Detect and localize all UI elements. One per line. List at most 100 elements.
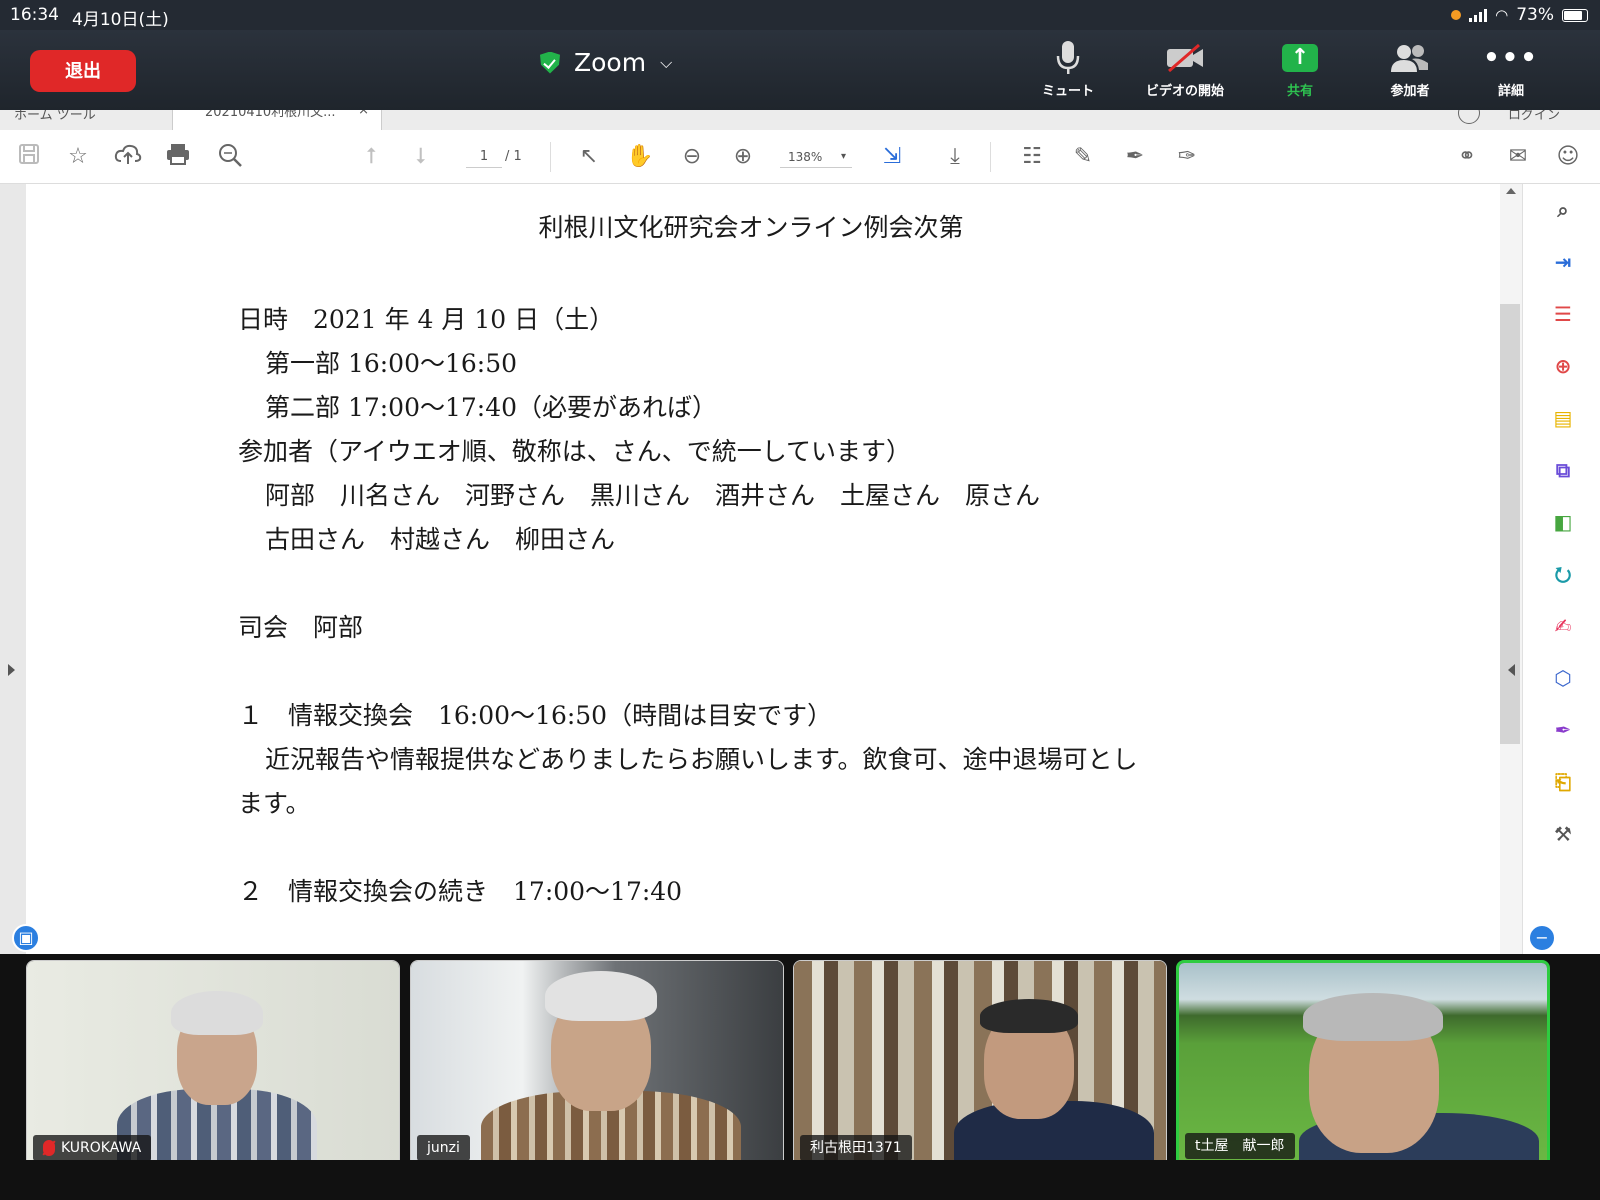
document-tab[interactable]: 20210410利根川文... × [172,110,382,130]
compress-pdf-icon[interactable]: ◧ [1547,506,1579,538]
more-button[interactable]: ••• 詳細 [1456,40,1566,99]
hand-tool-icon[interactable]: ✋ [625,142,655,172]
draw-signature-icon[interactable]: ✒ [1120,142,1150,172]
participant-name-tag: 利古根田1371 [800,1135,912,1161]
document-line: ます。 [238,789,311,818]
active-speaker-video-tile[interactable]: t土屋 献一郎 [1176,960,1550,1168]
organize-pages-icon[interactable]: ☰ [1547,298,1579,330]
zoom-in-icon[interactable]: ⊕ [728,142,758,172]
mute-label: ミュート [1041,84,1094,99]
request-signature-icon[interactable]: ✒ [1547,714,1579,746]
left-panel-rail [0,184,26,954]
zoom-meeting-header: 退出 Zoom ⌵ ミュート ビデオの開始 ↑ 共有 参加者 ••• 詳細 [0,30,1600,110]
more-dots-icon: ••• [1483,43,1539,73]
highlight-pen-icon[interactable]: ✎ [1068,142,1098,172]
email-icon[interactable]: ✉ [1503,142,1533,172]
fit-page-icon[interactable]: ⇲ [877,142,907,172]
participants-icon [1355,40,1465,76]
encryption-shield-icon [540,51,560,74]
microphone-icon [1013,40,1123,76]
scroll-mode-icon[interactable]: ⤓ [940,142,970,172]
chevron-down-icon: ⌵ [660,52,673,72]
help-icon[interactable] [1458,110,1480,124]
share-button[interactable]: ↑ 共有 [1245,40,1355,99]
pdf-page[interactable]: 利根川文化研究会オンライン例会次第 日時 2021 年 4 月 10 日（土） … [26,184,1500,954]
participant-video-tile[interactable]: junzi [410,960,784,1168]
share-link-icon[interactable]: ⚭ [1452,142,1482,172]
login-link[interactable]: ログイン [1508,110,1560,123]
participants-button[interactable]: 参加者 [1355,40,1465,99]
gallery-view-icon[interactable]: ▣ [12,924,40,952]
cloud-upload-icon[interactable] [113,142,143,172]
participant-name: 利古根田1371 [810,1140,902,1156]
battery-level [1564,10,1582,20]
combine-files-icon[interactable]: ⧉ [1547,454,1579,486]
person-hair [545,971,657,1021]
zoom-out-icon[interactable]: ⊖ [677,142,707,172]
close-tab-icon[interactable]: × [358,110,369,117]
fill-sign-icon[interactable]: ✍ [1547,610,1579,642]
leave-meeting-button[interactable]: 退出 [30,50,136,92]
document-line: 第一部 16:00〜16:50 [265,349,518,378]
scrollbar-thumb[interactable] [1500,304,1520,744]
cellular-signal-icon [1469,8,1488,22]
date: 4月10日(土) [72,10,169,30]
clock: 16:34 [10,5,59,25]
minimize-video-icon[interactable]: − [1528,924,1556,952]
start-video-button[interactable]: ビデオの開始 [1130,40,1240,99]
pdf-toolbar: ☆ ⭡ ⭣ 1 / 1 ↖ ✋ ⊖ ⊕ 138% ▾ ⇲ ⤓ ☷ ✎ ✒ ✑ ⚭ … [0,130,1600,184]
battery-percent: 73% [1516,5,1554,25]
document-line: 第二部 17:00〜17:40（必要があれば） [265,393,718,422]
search-icon[interactable] [215,142,245,172]
toolbar-divider [550,142,551,172]
bottom-safe-area [0,1160,1600,1200]
print-icon[interactable] [163,142,193,172]
comment-icon[interactable]: ☷ [1017,142,1047,172]
zoom-level-value: 138% [788,150,823,164]
stamp-tag-icon[interactable]: ✑ [1172,142,1202,172]
meeting-title: Zoom [574,48,647,77]
document-tab-label: 20210410利根川文... [205,110,336,120]
person-hair [171,991,263,1035]
participant-name: junzi [427,1140,460,1156]
more-tools-icon[interactable]: ⚒ [1547,818,1579,850]
zoom-search-icon[interactable]: ⌕ [1547,194,1579,226]
status-bar: 16:34 4月10日(土) ◠ 73% [0,0,1600,30]
video-off-icon [1130,40,1240,76]
participant-video-tile[interactable]: KUROKAWA [26,960,400,1168]
meeting-title-dropdown[interactable]: Zoom ⌵ [540,48,672,77]
export-pdf-icon[interactable]: ⇥ [1547,246,1579,278]
participant-video-strip: ▣ − KUROKAWA junzi 利古根田1371 t土屋 献一郎 [0,924,1600,1168]
document-line: 阿部 川名さん 河野さん 黒川さん 酒井さん 土屋さん 原さん [265,481,1041,510]
participant-name-tag: junzi [417,1135,470,1161]
zoom-level-select[interactable]: 138% ▾ [780,146,852,168]
next-page-icon[interactable]: ⭣ [406,142,436,172]
save-icon[interactable] [14,142,44,172]
wifi-icon: ◠ [1495,6,1509,24]
star-icon[interactable]: ☆ [63,142,93,172]
previous-page-icon[interactable]: ⭡ [356,142,386,172]
edit-pdf-icon[interactable]: ⎗ [1547,766,1579,798]
participant-video-tile[interactable]: 利古根田1371 [793,960,1167,1168]
add-user-icon[interactable]: ☺ [1553,142,1583,172]
protect-shield-icon[interactable]: ⬡ [1547,662,1579,694]
scroll-up-arrow-icon[interactable] [1506,188,1516,194]
select-arrow-icon[interactable]: ↖ [574,142,604,172]
participants-label: 参加者 [1390,84,1430,99]
caret-down-icon: ▾ [840,151,846,162]
scan-ocr-icon[interactable]: ⭮ [1547,558,1579,590]
page-number-input[interactable]: 1 [466,146,502,168]
home-tools-tabs[interactable]: ホーム ツール [14,110,96,123]
participant-name: t土屋 献一郎 [1195,1138,1285,1154]
mute-button[interactable]: ミュート [1013,40,1123,99]
more-label: 詳細 [1497,84,1524,99]
right-tools-panel: ⌕ ⇥ ☰ ⊕ ▤ ⧉ ◧ ⭮ ✍ ⬡ ✒ ⎗ ⚒ [1522,184,1600,954]
person-hair [1303,993,1443,1041]
vertical-scrollbar[interactable] [1500,184,1522,954]
document-line: 参加者（アイウエオ順、敬称は、さん、で統一しています） [238,437,912,466]
expand-left-panel-icon[interactable] [8,664,15,676]
comment-panel-icon[interactable]: ▤ [1547,402,1579,434]
person-hair [980,999,1078,1033]
create-pdf-icon[interactable]: ⊕ [1547,350,1579,382]
collapse-right-panel-icon[interactable] [1508,664,1515,676]
